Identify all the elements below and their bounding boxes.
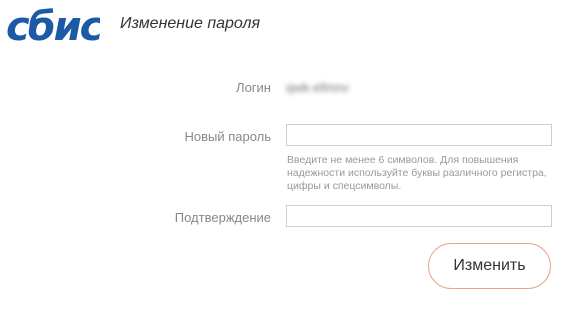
- login-value: qwk-efmnv: [286, 80, 349, 95]
- new-password-label: Новый пароль: [184, 129, 271, 144]
- logo-text: сбис: [6, 4, 100, 48]
- page-title: Изменение пароля: [120, 15, 261, 32]
- confirm-label: Подтверждение: [174, 210, 271, 225]
- password-change-page: сбис Изменение пароля Логин qwk-efmnv Но…: [0, 0, 573, 318]
- password-hint: Введите не менее 6 символов. Для повышен…: [287, 154, 547, 192]
- confirm-password-input[interactable]: [286, 205, 552, 227]
- change-password-button[interactable]: Изменить: [428, 243, 551, 289]
- login-label: Логин: [236, 80, 271, 95]
- new-password-input[interactable]: [286, 124, 552, 146]
- sbis-logo: сбис: [6, 4, 100, 48]
